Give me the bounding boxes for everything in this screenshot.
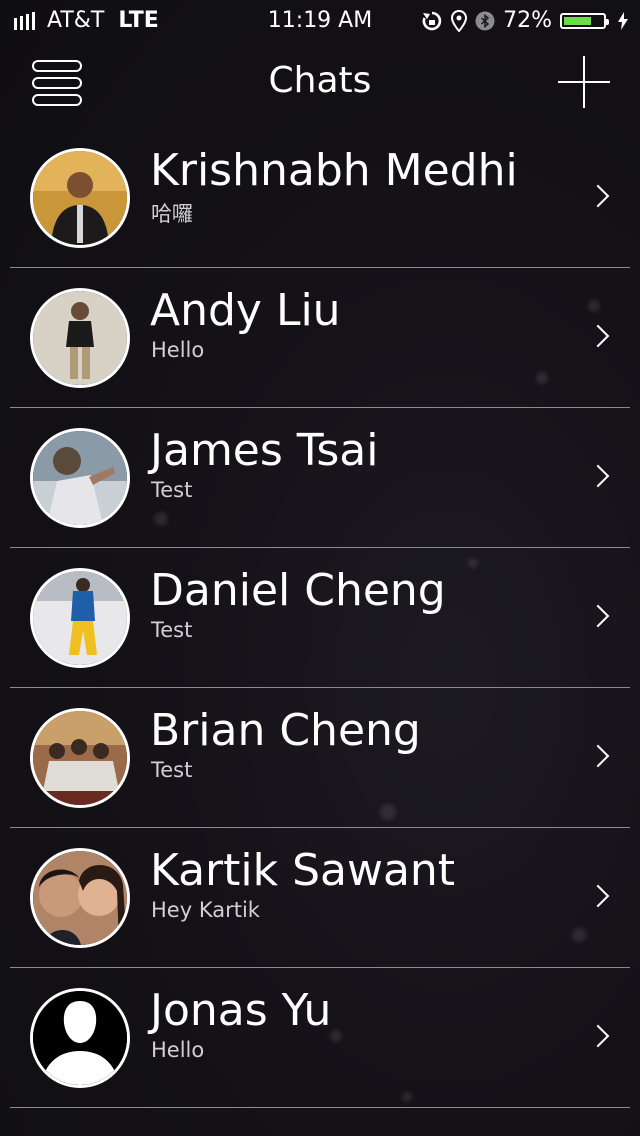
avatar	[30, 708, 130, 808]
chevron-right-icon	[586, 324, 610, 348]
message-preview: Test	[151, 618, 193, 642]
contact-name: Daniel Cheng	[150, 565, 446, 616]
contact-name: James Tsai	[150, 425, 379, 476]
nav-bar: Chats	[0, 40, 640, 128]
chat-row[interactable]: Kartik Sawant Hey Kartik	[0, 828, 640, 968]
chevron-right-icon	[586, 1024, 610, 1048]
charging-icon	[618, 11, 628, 30]
add-icon[interactable]	[558, 56, 610, 108]
battery-percent: 72%	[503, 8, 552, 33]
message-preview: Hello	[151, 338, 205, 362]
avatar	[30, 428, 130, 528]
bluetooth-icon	[475, 11, 495, 30]
chat-row[interactable]: Jonas Yu Hello	[0, 968, 640, 1108]
battery-icon	[560, 12, 609, 29]
avatar	[30, 568, 130, 668]
chat-row[interactable]: James Tsai Test	[0, 408, 640, 548]
message-preview: Hey Kartik	[151, 898, 260, 922]
avatar	[30, 848, 130, 948]
chevron-right-icon	[586, 604, 610, 628]
chat-row[interactable]: Krishnabh Medhi 哈囉	[0, 128, 640, 268]
avatar	[30, 148, 130, 248]
chevron-right-icon	[586, 884, 610, 908]
chevron-right-icon	[586, 744, 610, 768]
default-avatar-icon	[33, 991, 127, 1085]
message-preview: Hello	[151, 1038, 205, 1062]
chat-list: Krishnabh Medhi 哈囉 Andy Liu Hello James …	[0, 128, 640, 1108]
location-icon	[451, 9, 468, 32]
contact-name: Krishnabh Medhi	[150, 145, 518, 196]
contact-name: Kartik Sawant	[150, 845, 456, 896]
contact-name: Brian Cheng	[150, 705, 421, 756]
page-title: Chats	[268, 60, 372, 101]
status-bar: AT&T LTE 11:19 AM 72%	[0, 0, 640, 40]
chat-row[interactable]: Andy Liu Hello	[0, 268, 640, 408]
chevron-right-icon	[586, 464, 610, 488]
avatar	[30, 288, 130, 388]
message-preview: 哈囉	[151, 202, 193, 226]
message-preview: Test	[151, 478, 193, 502]
message-preview: Test	[151, 758, 193, 782]
chevron-right-icon	[586, 184, 610, 208]
rotation-lock-icon	[422, 11, 442, 30]
chat-row[interactable]: Brian Cheng Test	[0, 688, 640, 828]
contact-name: Jonas Yu	[150, 985, 332, 1036]
chat-row[interactable]: Daniel Cheng Test	[0, 548, 640, 688]
divider	[10, 1107, 630, 1108]
contact-name: Andy Liu	[150, 285, 341, 336]
avatar	[30, 988, 130, 1088]
